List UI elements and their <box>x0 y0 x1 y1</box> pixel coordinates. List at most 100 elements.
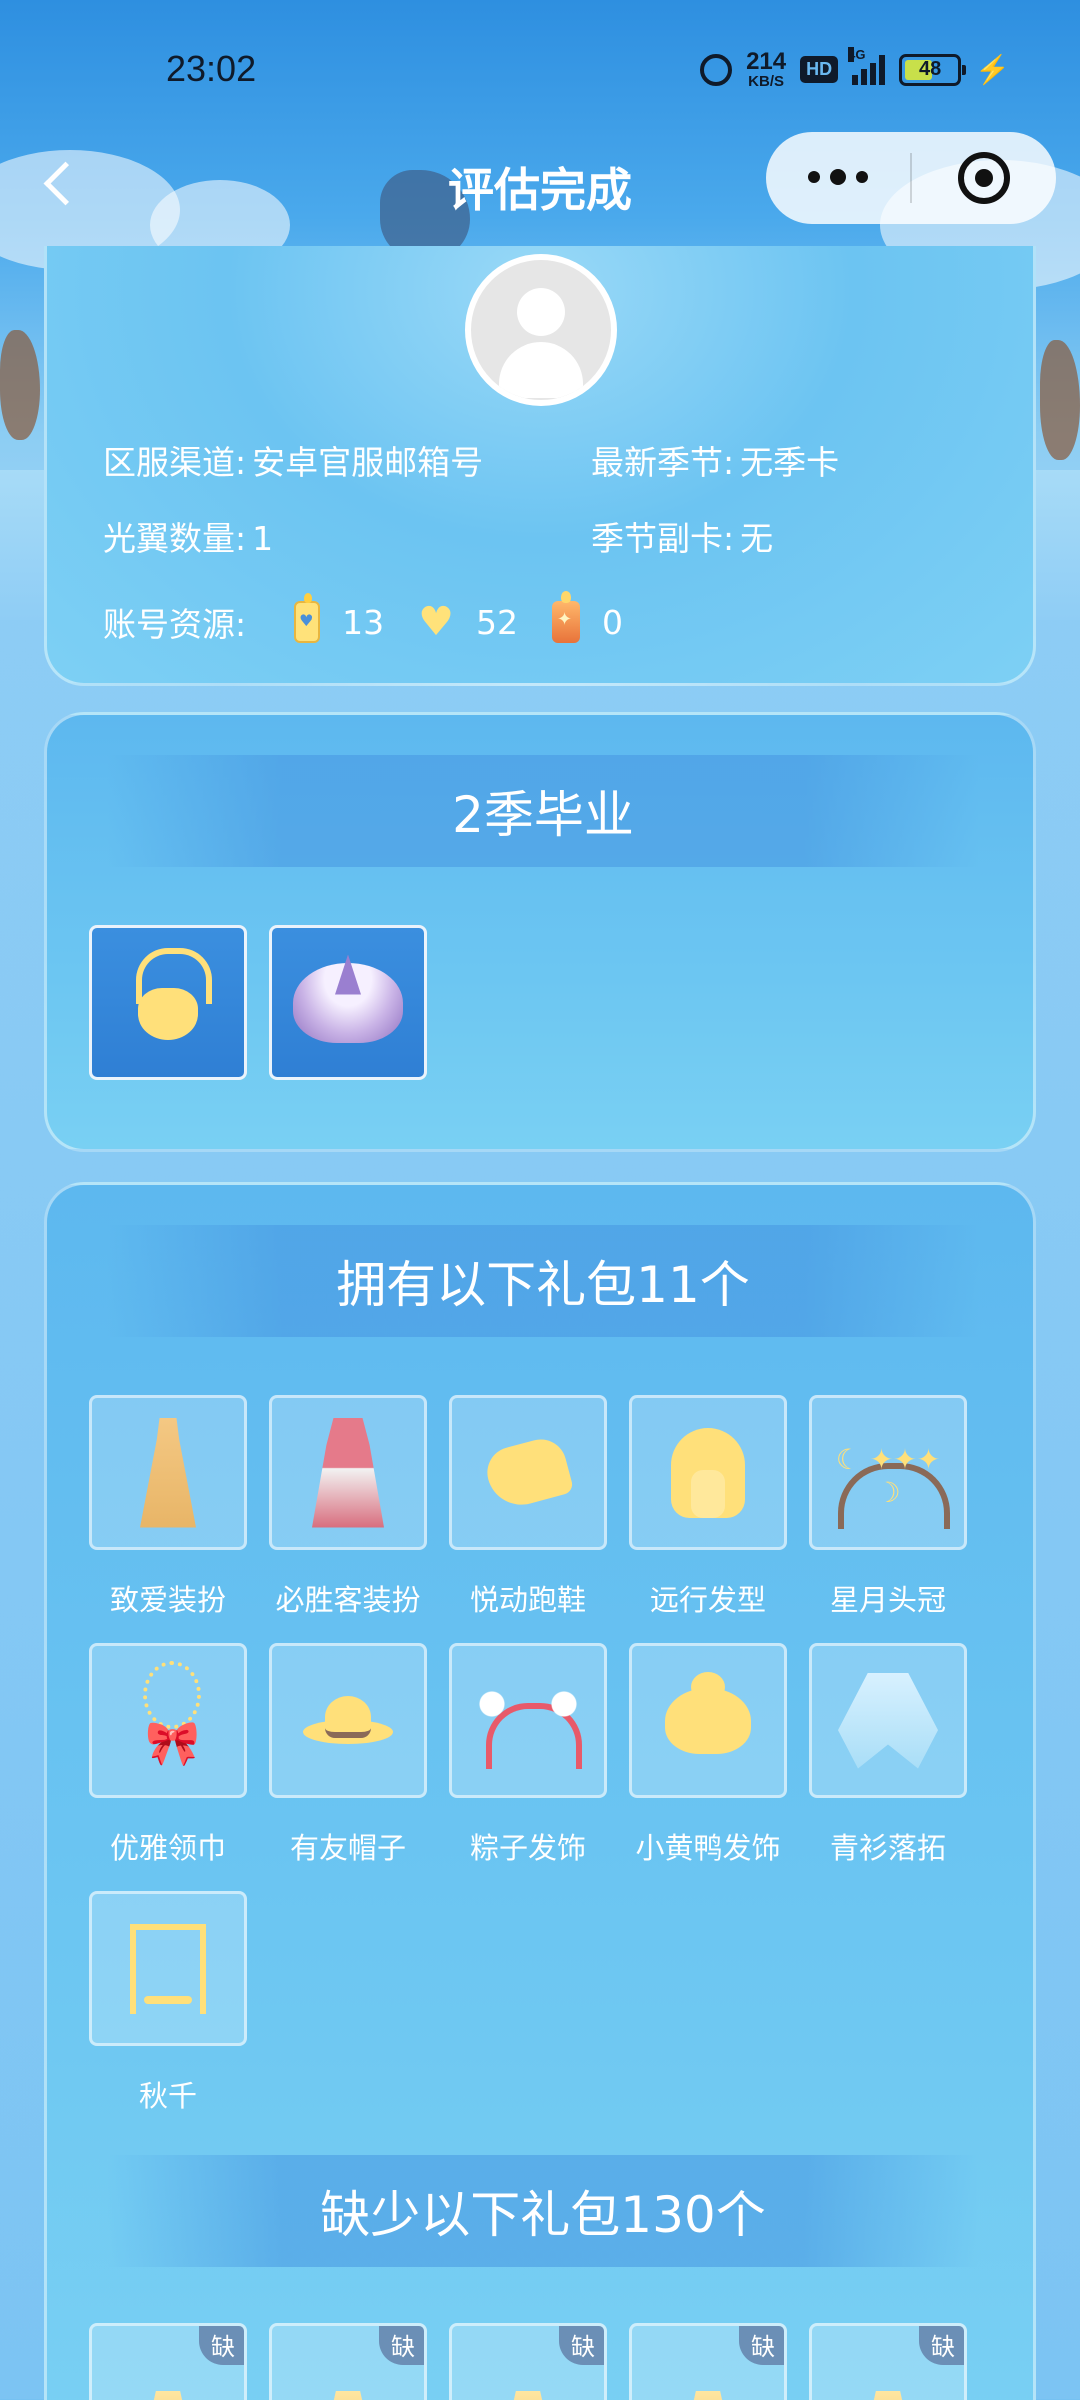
gift-item-label: 优雅领巾 <box>109 1831 226 1865</box>
gift-item-label: 秋千 <box>138 2079 197 2113</box>
account-resources-row: 账号资源: 13 ♥ 52 0 <box>103 591 623 646</box>
scarf-icon <box>133 1660 203 1781</box>
missing-badge: 缺 <box>739 2326 784 2365</box>
avatar <box>465 254 617 406</box>
gift-item-label: 小黄鸭发饰 <box>635 1831 781 1865</box>
resource-value: 52 <box>475 602 518 642</box>
battery-icon: 48 <box>899 53 967 86</box>
alarm-icon <box>700 53 733 86</box>
field-label: 季节副卡: <box>591 519 735 558</box>
miniprogram-capsule <box>766 132 1056 224</box>
gift-item-label: 悦动跑鞋 <box>469 1583 586 1617</box>
outfit-icon <box>498 2390 558 2400</box>
charging-icon: ⚡ <box>975 54 1010 85</box>
more-options-button[interactable] <box>766 169 910 185</box>
gift-item-tile[interactable] <box>89 1643 247 1798</box>
missing-badge: 缺 <box>919 2326 964 2365</box>
rock-decoration <box>0 330 40 440</box>
rock-decoration <box>1040 340 1080 460</box>
resource-season-candle: 0 <box>551 591 623 643</box>
close-miniprogram-button[interactable] <box>912 152 1056 204</box>
shoe-icon <box>481 1433 575 1512</box>
target-icon <box>958 152 1010 204</box>
missing-item-tile[interactable]: 缺 <box>89 2323 247 2400</box>
field-value: 无 <box>740 519 774 558</box>
gift-item-label: 青衫落拓 <box>829 1831 946 1865</box>
outfit-icon <box>858 2390 918 2400</box>
hd-icon: HD <box>800 56 839 83</box>
dress-icon <box>140 1417 196 1528</box>
missing-badge: 缺 <box>559 2326 604 2365</box>
gift-packs-card: 拥有以下礼包11个 致爱装扮 必胜客装扮 悦动跑鞋 远行发型 星月头冠 优雅领巾… <box>44 1182 1036 2400</box>
missing-item-tile[interactable]: 缺 <box>629 2323 787 2400</box>
gift-item-tile[interactable] <box>89 1891 247 2046</box>
season-title: 2季毕业 <box>107 755 979 867</box>
field-value: 1 <box>252 519 274 558</box>
status-icons: 214 KB/S HD 4G 48 ⚡ <box>700 46 1010 90</box>
resources-label: 账号资源: <box>103 605 247 644</box>
gift-item-label: 有友帽子 <box>289 1831 406 1865</box>
gift-item-tile[interactable] <box>629 1643 787 1798</box>
outfit-icon <box>138 2390 198 2400</box>
gift-item-tile[interactable] <box>269 1643 427 1798</box>
profile-card: 区服渠道: 安卓官服邮箱号 最新季节: 无季卡 光翼数量: 1 季节副卡: 无 账号资源… <box>44 246 1036 686</box>
ears-icon <box>478 1690 582 1769</box>
cape-icon <box>293 962 403 1043</box>
field-value: 无季卡 <box>740 443 840 482</box>
network-type: 4G <box>848 46 866 62</box>
gift-item-label: 远行发型 <box>649 1583 766 1617</box>
resource-value: 0 <box>601 602 623 642</box>
cape-icon <box>838 1672 938 1769</box>
field-label: 最新季节: <box>591 443 735 482</box>
hair-icon <box>671 1427 745 1518</box>
season-item-tile[interactable] <box>269 925 427 1080</box>
field-value: 安卓官服邮箱号 <box>252 443 484 482</box>
gift-item-label: 粽子发饰 <box>469 1831 586 1865</box>
latest-season-row: 最新季节: 无季卡 <box>591 436 839 484</box>
season-candle-icon <box>551 591 580 643</box>
outfit-icon <box>318 2390 378 2400</box>
mask-icon <box>118 947 218 1058</box>
server-channel-row: 区服渠道: 安卓官服邮箱号 <box>103 436 483 484</box>
season-card: 2季毕业 <box>44 712 1036 1152</box>
missing-item-tile[interactable]: 缺 <box>269 2323 427 2400</box>
gift-item-tile[interactable] <box>269 1395 427 1550</box>
outfit-icon <box>312 1417 384 1528</box>
gift-item-tile[interactable] <box>89 1395 247 1550</box>
network-speed-value: 214 <box>746 48 787 75</box>
missing-badge: 缺 <box>379 2326 424 2365</box>
duck-icon <box>665 1671 751 1754</box>
gift-item-label: 致爱装扮 <box>109 1583 226 1617</box>
resource-heart: ♥ 52 <box>418 602 518 642</box>
missing-title: 缺少以下礼包130个 <box>107 2155 979 2267</box>
nav-bar: 评估完成 <box>0 130 1080 240</box>
status-bar: 23:02 214 KB/S HD 4G 48 ⚡ <box>0 0 1080 130</box>
season-subcard-row: 季节副卡: 无 <box>591 512 773 560</box>
network-speed: 214 KB/S <box>746 48 787 90</box>
gift-item-tile[interactable] <box>809 1395 967 1550</box>
field-label: 区服渠道: <box>103 443 247 482</box>
wing-count-row: 光翼数量: 1 <box>103 512 273 560</box>
network-speed-unit: KB/S <box>748 73 785 90</box>
outfit-icon <box>678 2390 738 2400</box>
missing-item-tile[interactable]: 缺 <box>809 2323 967 2400</box>
gift-item-tile[interactable] <box>629 1395 787 1550</box>
gift-item-tile[interactable] <box>449 1395 607 1550</box>
resource-value: 13 <box>342 602 385 642</box>
status-time: 23:02 <box>166 48 257 89</box>
heart-icon: ♥ <box>418 599 454 645</box>
field-label: 光翼数量: <box>103 519 247 558</box>
gift-item-tile[interactable] <box>809 1643 967 1798</box>
hat-icon <box>303 1695 393 1746</box>
owned-title: 拥有以下礼包11个 <box>107 1225 979 1337</box>
season-item-tile[interactable] <box>89 925 247 1080</box>
gift-item-label: 必胜客装扮 <box>275 1583 421 1617</box>
gift-item-label: 星月头冠 <box>829 1583 946 1617</box>
candle-icon <box>294 593 321 643</box>
swing-icon <box>130 1923 206 2014</box>
battery-level: 48 <box>919 58 942 80</box>
signal-icon: 4G <box>848 46 886 85</box>
gift-item-tile[interactable] <box>449 1643 607 1798</box>
missing-badge: 缺 <box>199 2326 244 2365</box>
missing-item-tile[interactable]: 缺 <box>449 2323 607 2400</box>
